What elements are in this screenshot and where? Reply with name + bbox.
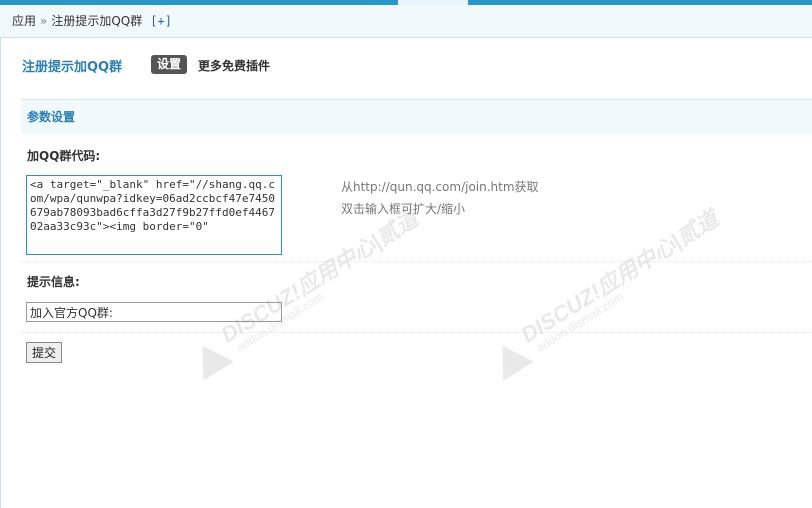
message-input[interactable]	[26, 302, 282, 322]
watermark-brand: DISCUZ!应用中心|贰道	[516, 205, 723, 348]
breadcrumb: 应用 » 注册提示加QQ群 [+]	[0, 5, 812, 38]
watermark-triangle-icon	[187, 336, 234, 381]
watermark-domain: addon.dismall.com	[533, 289, 627, 355]
qq-code-tip-source: 从http://qun.qq.com/join.htm获取	[341, 180, 539, 194]
watermark-domain: addon.dismall.com	[233, 289, 327, 355]
row-divider	[21, 332, 812, 333]
plugin-title: 注册提示加QQ群	[22, 60, 123, 75]
qq-code-textarea[interactable]: <a target="_blank" href="//shang.qq.com/…	[26, 175, 282, 255]
section-title: 参数设置	[21, 99, 812, 134]
message-label: 提示信息:	[27, 275, 80, 289]
breadcrumb-separator: »	[40, 14, 48, 28]
tab-settings[interactable]: 设置	[151, 55, 188, 74]
breadcrumb-root[interactable]: 应用	[12, 14, 36, 28]
more-plugins-link[interactable]: 更多免费插件	[198, 57, 270, 74]
row-divider	[21, 261, 812, 262]
add-shortcut-button[interactable]: [+]	[150, 14, 172, 28]
watermark-triangle-icon	[487, 336, 534, 381]
watermark-logo: DISCUZ!应用中心|贰道 addon.dismall.com	[445, 171, 723, 389]
breadcrumb-current: 注册提示加QQ群	[51, 14, 143, 28]
qq-code-tip-resize: 双击输入框可扩大/缩小	[341, 202, 466, 216]
left-border	[0, 38, 1, 508]
qq-code-label: 加QQ群代码:	[27, 149, 101, 163]
submit-button[interactable]: 提交	[26, 342, 63, 363]
